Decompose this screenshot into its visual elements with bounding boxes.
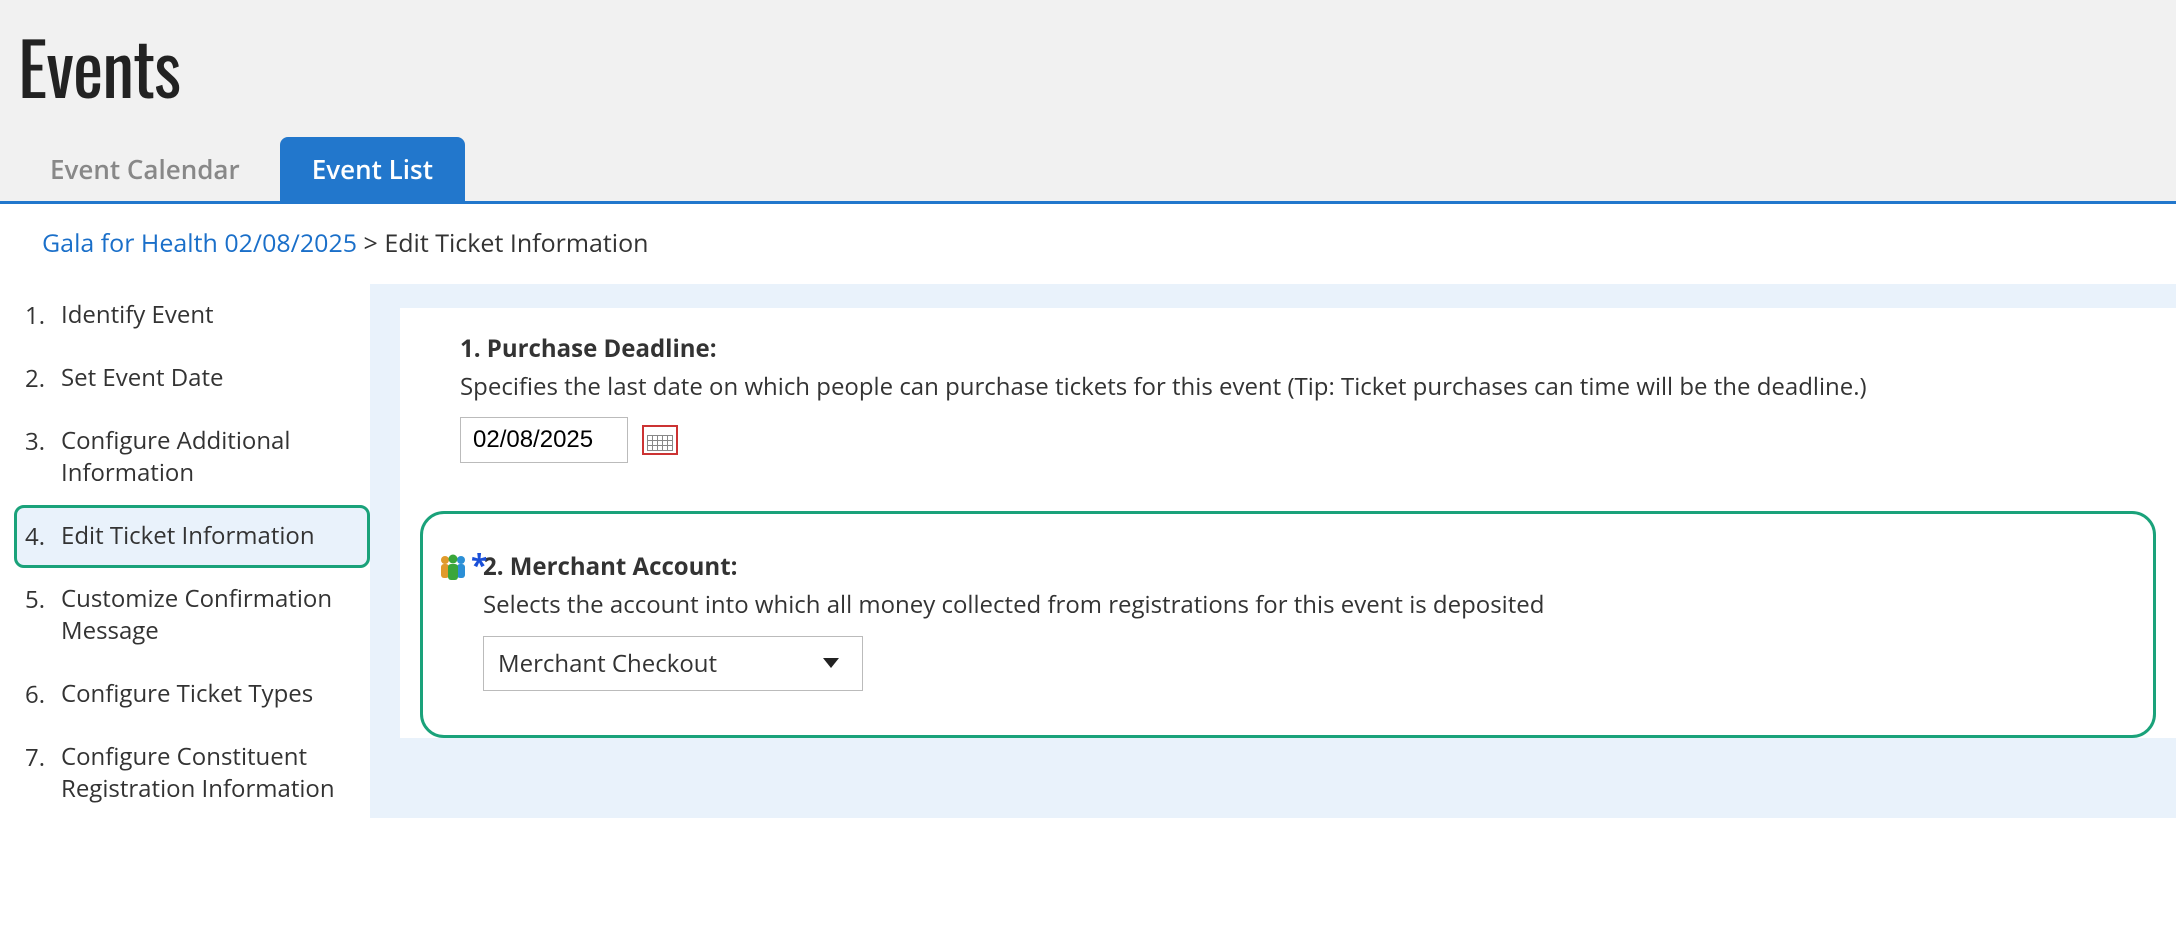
- step-label: Configure Ticket Types: [61, 678, 355, 710]
- page-title: Events: [0, 0, 2176, 137]
- section-description: Specifies the last date on which people …: [460, 371, 2148, 403]
- section-title: 1. Purchase Deadline:: [460, 332, 2148, 365]
- calendar-icon[interactable]: [642, 425, 678, 455]
- sidebar-item-edit-ticket-info[interactable]: 4. Edit Ticket Information: [14, 505, 370, 568]
- breadcrumb: Gala for Health 02/08/2025 > Edit Ticket…: [0, 224, 2176, 284]
- section-title: 2. Merchant Account:: [483, 550, 2125, 583]
- step-number: 5.: [21, 583, 45, 616]
- step-number: 4.: [21, 520, 45, 553]
- sidebar-item-configure-ticket-types[interactable]: 6. Configure Ticket Types: [14, 663, 370, 726]
- section-purchase-deadline: 1. Purchase Deadline: Specifies the last…: [400, 332, 2176, 491]
- step-label: Set Event Date: [61, 362, 355, 394]
- step-label: Configure Constituent Registration Infor…: [61, 741, 355, 806]
- step-number: 3.: [21, 425, 45, 458]
- sidebar-item-identify-event[interactable]: 1. Identify Event: [14, 284, 370, 347]
- tab-event-list[interactable]: Event List: [280, 137, 465, 201]
- step-label: Identify Event: [61, 299, 355, 331]
- step-number: 7.: [21, 741, 45, 774]
- sidebar-item-customize-confirmation[interactable]: 5. Customize Confirmation Message: [14, 568, 370, 663]
- breadcrumb-current: Edit Ticket Information: [384, 226, 648, 260]
- step-label: Edit Ticket Information: [61, 520, 355, 552]
- step-number: 6.: [21, 678, 45, 711]
- step-number: 2.: [21, 362, 45, 395]
- purchase-deadline-input[interactable]: [460, 417, 628, 463]
- sidebar-item-configure-additional-info[interactable]: 3. Configure Additional Information: [14, 410, 370, 505]
- content-area: Gala for Health 02/08/2025 > Edit Ticket…: [0, 204, 2176, 929]
- wizard-sidebar: 1. Identify Event 2. Set Event Date 3. C…: [0, 284, 370, 820]
- sidebar-item-configure-constituent-reg[interactable]: 7. Configure Constituent Registration In…: [14, 726, 370, 821]
- tab-event-calendar[interactable]: Event Calendar: [18, 137, 272, 201]
- step-label: Configure Additional Information: [61, 425, 355, 490]
- step-number: 1.: [21, 299, 45, 332]
- form-inner: 1. Purchase Deadline: Specifies the last…: [400, 308, 2176, 738]
- breadcrumb-separator: >: [357, 226, 384, 260]
- breadcrumb-link[interactable]: Gala for Health 02/08/2025: [42, 226, 357, 260]
- form-wrap: 1. Purchase Deadline: Specifies the last…: [370, 284, 2176, 818]
- sidebar-item-set-event-date[interactable]: 2. Set Event Date: [14, 347, 370, 410]
- tabs: Event Calendar Event List: [0, 137, 2176, 204]
- section-description: Selects the account into which all money…: [483, 589, 2125, 621]
- merchant-account-select[interactable]: Merchant Checkout: [483, 636, 863, 691]
- required-asterisk: *: [471, 544, 487, 585]
- people-icon: [437, 552, 469, 584]
- section-merchant-account: * 2. Merchant Account: Selects the accou…: [420, 511, 2156, 737]
- step-label: Customize Confirmation Message: [61, 583, 355, 648]
